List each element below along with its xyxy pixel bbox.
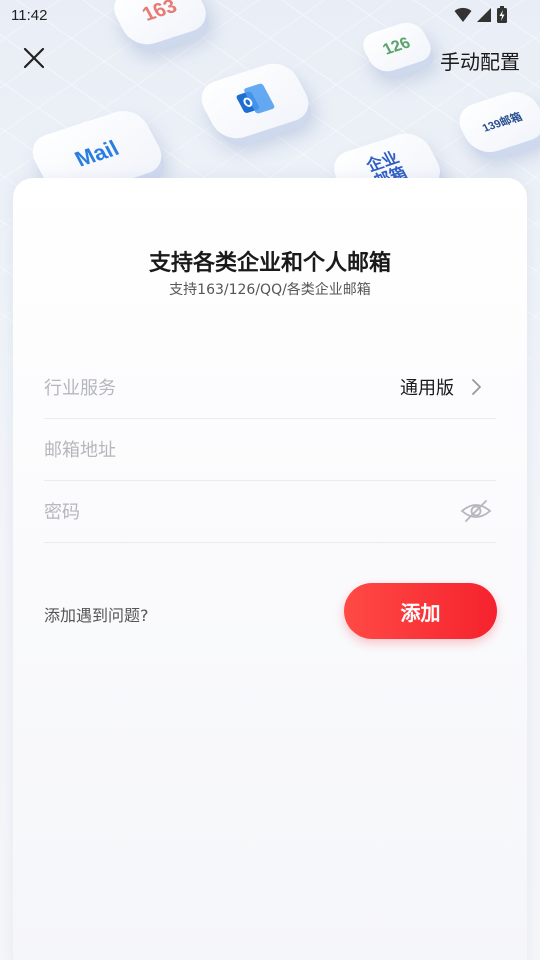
add-mailbox-card: 支持各类企业和个人邮箱 支持163/126/QQ/各类企业邮箱 行业服务 通用版… <box>13 178 527 960</box>
industry-service-row[interactable]: 行业服务 通用版 <box>44 356 496 419</box>
close-icon <box>23 47 45 69</box>
chevron-right-icon <box>472 379 481 395</box>
eye-off-icon[interactable] <box>460 498 492 524</box>
tile-163-label: 163 <box>138 0 181 26</box>
add-button[interactable]: 添加 <box>344 583 497 639</box>
status-bar: 11:42 <box>0 0 540 32</box>
close-button[interactable] <box>18 42 50 74</box>
email-placeholder: 邮箱地址 <box>44 440 116 461</box>
card-subtitle: 支持163/126/QQ/各类企业邮箱 <box>169 282 371 298</box>
add-problem-link[interactable]: 添加遇到问题? <box>44 602 149 626</box>
industry-service-label: 行业服务 <box>44 378 116 399</box>
cellular-signal-icon <box>477 8 491 22</box>
tile-mail-label: Mail <box>70 135 124 172</box>
email-field[interactable]: 邮箱地址 <box>44 418 496 481</box>
password-placeholder: 密码 <box>44 502 80 523</box>
card-title: 支持各类企业和个人邮箱 <box>148 251 391 276</box>
tile-126-label: 126 <box>380 34 414 59</box>
status-icons <box>454 6 508 24</box>
tile-139-label: 139邮箱 <box>480 111 525 135</box>
status-time: 11:42 <box>11 7 48 24</box>
wifi-icon <box>454 7 472 22</box>
industry-service-value: 通用版 <box>400 378 454 399</box>
outlook-icon <box>234 82 276 117</box>
manual-config-button[interactable]: 手动配置 <box>440 46 520 75</box>
password-field[interactable]: 密码 <box>44 480 496 543</box>
battery-charging-icon <box>497 6 507 23</box>
